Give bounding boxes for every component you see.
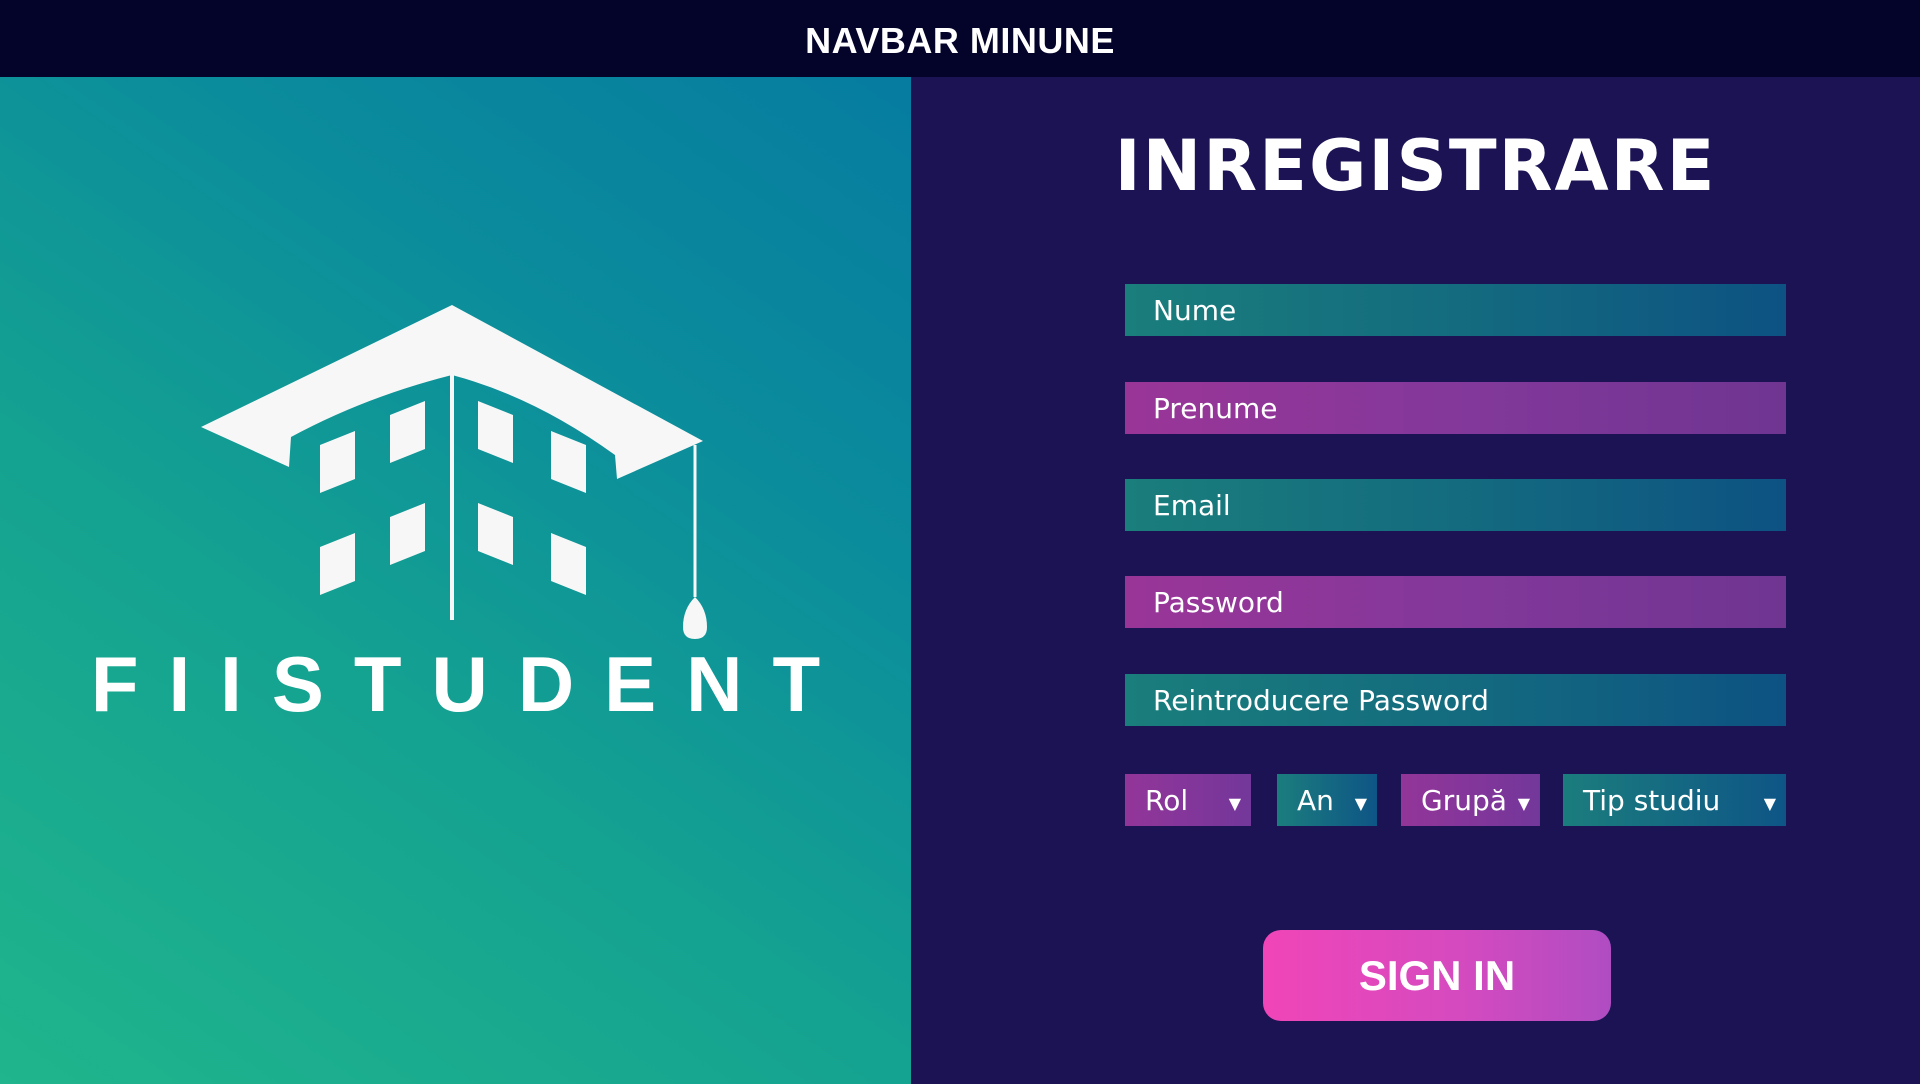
brand-panel: FIISTUDENT [0,77,911,1084]
prenume-input[interactable]: Prenume [1125,382,1786,434]
grupa-select-label: Grupă [1421,783,1507,817]
triangle-down-icon: ▼ [1354,793,1367,813]
password-input[interactable]: Password [1125,576,1786,628]
graduation-cap-building-icon [201,305,707,639]
an-select[interactable]: An ▼ [1277,774,1377,826]
email-input[interactable]: Email [1125,479,1786,531]
brand-name: FIISTUDENT [90,640,851,728]
form-title: INREGISTRARE [1114,125,1717,207]
rol-select[interactable]: Rol ▼ [1125,774,1251,826]
rol-select-label: Rol [1145,783,1189,817]
tip-studiu-select[interactable]: Tip studiu ▼ [1563,774,1786,826]
triangle-down-icon: ▼ [1228,793,1241,813]
sign-in-button[interactable]: SIGN IN [1263,930,1611,1021]
tip-studiu-select-label: Tip studiu [1583,783,1721,817]
grupa-select[interactable]: Grupă ▼ [1401,774,1540,826]
confirm-password-input[interactable]: Reintroducere Password [1125,674,1786,726]
nume-input[interactable]: Nume [1125,284,1786,336]
an-select-label: An [1297,783,1334,817]
triangle-down-icon: ▼ [1763,793,1776,813]
navbar-title: NAVBAR MINUNE [805,19,1115,61]
navbar: NAVBAR MINUNE [0,0,1920,77]
triangle-down-icon: ▼ [1517,793,1530,813]
registration-panel: INREGISTRARE Nume Prenume Email Password… [911,77,1920,1084]
